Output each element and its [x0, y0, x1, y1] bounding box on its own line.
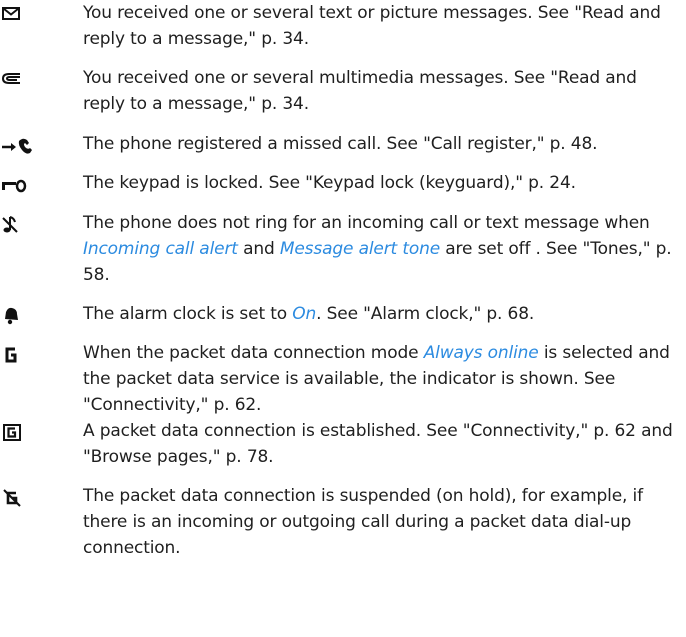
missed-call-icon	[0, 131, 40, 157]
setting-link-message-alert-tone[interactable]: Message alert tone	[280, 239, 440, 259]
indicator-description: The packet data connection is suspended …	[83, 486, 643, 558]
gprs-suspended-icon	[0, 483, 40, 509]
multimedia-message-icon	[0, 65, 40, 91]
setting-link-always-online[interactable]: Always online	[424, 343, 539, 363]
description-part: When the packet data connection mode	[83, 343, 424, 363]
description-part: . See "Alarm clock," p. 68.	[316, 304, 535, 324]
gprs-always-online-icon	[0, 340, 40, 366]
alarm-bell-icon	[0, 301, 40, 327]
indicator-description: When the packet data connection mode Alw…	[83, 340, 681, 418]
description-part: The phone does not ring for an incoming …	[83, 213, 650, 233]
indicator-description: The phone does not ring for an incoming …	[83, 210, 681, 288]
description-part: and	[237, 239, 280, 259]
envelope-icon	[0, 0, 40, 26]
indicator-description: You received one or several text or pict…	[83, 3, 661, 49]
gprs-connected-icon	[0, 418, 40, 444]
indicator-description: The keypad is locked. See "Keypad lock (…	[83, 173, 576, 193]
silent-mode-icon	[0, 210, 40, 236]
indicator-description: You received one or several multimedia m…	[83, 68, 637, 114]
key-lock-icon	[0, 170, 40, 196]
indicator-description: The alarm clock is set to On. See "Alarm…	[83, 301, 681, 327]
setting-link-alarm-on[interactable]: On	[292, 304, 316, 324]
indicator-description: A packet data connection is established.…	[83, 421, 673, 467]
description-part: The alarm clock is set to	[83, 304, 293, 324]
setting-link-incoming-call-alert[interactable]: Incoming call alert	[83, 239, 238, 259]
indicator-description: The phone registered a missed call. See …	[83, 134, 598, 154]
